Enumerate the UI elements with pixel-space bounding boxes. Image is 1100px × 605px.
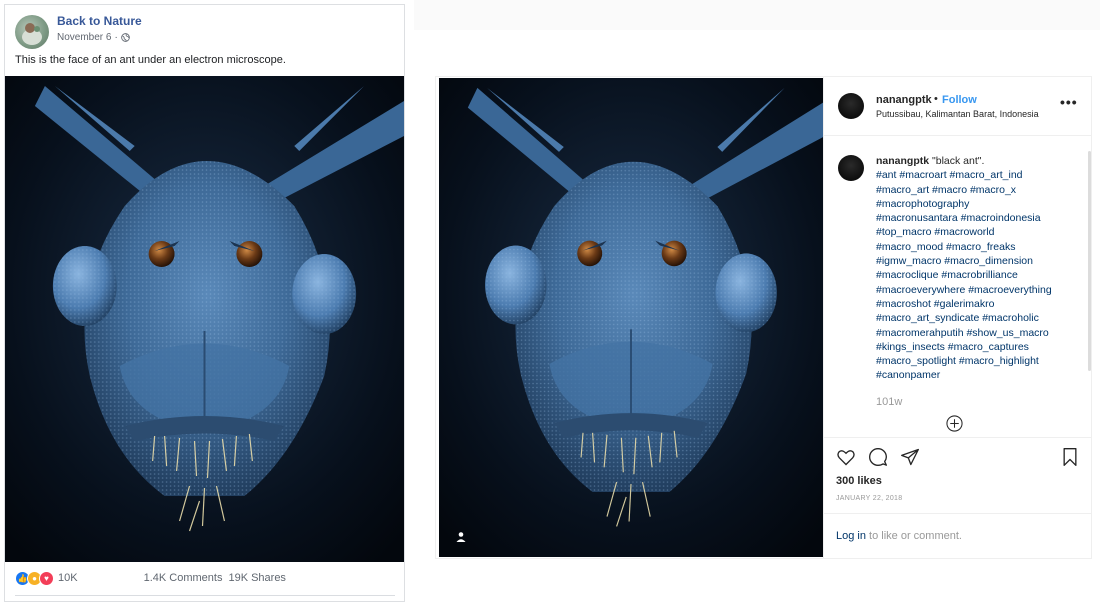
login-bar: Log in to like or comment. xyxy=(824,513,1092,559)
post-date: November 6 · xyxy=(57,32,130,43)
divider xyxy=(15,595,395,596)
load-more-comments-icon[interactable] xyxy=(946,415,963,432)
login-link[interactable]: Log in xyxy=(836,530,866,542)
hashtag-line[interactable]: #macroclique #macrobrilliance xyxy=(876,268,1082,282)
post-date-text[interactable]: November 6 xyxy=(57,32,111,43)
date-separator: · xyxy=(114,32,118,43)
caption-text: "black ant". xyxy=(932,155,985,167)
login-text: to like or comment. xyxy=(865,530,962,542)
share-icon[interactable] xyxy=(900,447,920,467)
ant-face-photo[interactable] xyxy=(5,76,404,562)
page-top-strip xyxy=(414,0,1100,30)
hashtag-line[interactable]: #macro_art_syndicate #macroholic xyxy=(876,311,1082,325)
hashtag-line[interactable]: #macroshot #galerimakro xyxy=(876,297,1082,311)
comment-icon[interactable] xyxy=(868,447,888,467)
post-sidebar: nanangptk • Follow Putussibau, Kalimanta… xyxy=(823,77,1092,558)
caption: nanangptk "black ant". #ant #macroart #m… xyxy=(876,154,1082,383)
follow-button[interactable]: Follow xyxy=(942,94,977,106)
reaction-count[interactable]: 10K xyxy=(58,572,78,584)
hashtag-line[interactable]: #macro_mood #macro_freaks xyxy=(876,240,1082,254)
comments-section: nanangptk "black ant". #ant #macroart #m… xyxy=(824,135,1092,438)
post-header: nanangptk • Follow Putussibau, Kalimanta… xyxy=(824,77,1092,136)
love-icon: ♥ xyxy=(39,570,54,586)
instagram-post: nanangptk • Follow Putussibau, Kalimanta… xyxy=(435,76,1092,559)
comments-scrollbar[interactable] xyxy=(1088,151,1091,371)
user-tag-icon[interactable] xyxy=(455,531,467,543)
time-ago[interactable]: 101w xyxy=(876,396,902,408)
bookmark-icon[interactable] xyxy=(1060,447,1080,467)
hashtag-line[interactable]: #macroeverywhere #macroeverything xyxy=(876,283,1082,297)
facebook-post: Back to Nature November 6 · This is the … xyxy=(4,4,405,602)
hashtag-line[interactable]: #macronusantara #macroindonesia xyxy=(876,211,1082,225)
hashtag-line[interactable]: #top_macro #macroworld xyxy=(876,225,1082,239)
heart-icon[interactable] xyxy=(836,447,856,467)
hashtag-list: #ant #macroart #macro_art_ind #macro_art … xyxy=(876,168,1082,382)
caption-username[interactable]: nanangptk xyxy=(876,155,929,167)
likes-count[interactable]: 300 likes xyxy=(836,475,882,487)
action-bar xyxy=(824,437,1092,473)
post-date[interactable]: JANUARY 22, 2018 xyxy=(836,495,902,502)
ant-face-photo[interactable] xyxy=(439,78,823,557)
globe-icon xyxy=(120,33,130,42)
engagement-bar: 👍 ● ♥ 10K 1.4K Comments 19K Shares xyxy=(15,570,395,586)
hashtag-line[interactable]: #igmw_macro #macro_dimension xyxy=(876,254,1082,268)
username-link[interactable]: nanangptk xyxy=(876,94,932,106)
login-prompt: Log in to like or comment. xyxy=(836,530,962,542)
more-options-icon[interactable]: ••• xyxy=(1060,94,1078,110)
shares-count[interactable]: 19K Shares xyxy=(228,572,285,584)
post-text: This is the face of an ant under an elec… xyxy=(15,54,286,66)
location-link[interactable]: Putussibau, Kalimantan Barat, Indonesia xyxy=(876,109,1039,119)
page-name-link[interactable]: Back to Nature xyxy=(57,14,142,28)
hashtag-line[interactable]: #macromerahputih #show_us_macro xyxy=(876,326,1082,340)
hashtag-line[interactable]: #macro_art #macro #macro_x xyxy=(876,183,1082,197)
user-avatar[interactable] xyxy=(838,93,864,119)
page-avatar[interactable] xyxy=(15,15,49,49)
hashtag-line[interactable]: #macro_spotlight #macro_highlight xyxy=(876,354,1082,368)
caption-avatar[interactable] xyxy=(838,155,864,181)
comments-count[interactable]: 1.4K Comments xyxy=(144,572,223,584)
hashtag-line[interactable]: #kings_insects #macro_captures xyxy=(876,340,1082,354)
separator-dot: • xyxy=(934,93,938,105)
reaction-icons[interactable]: 👍 ● ♥ xyxy=(15,570,54,586)
hashtag-line[interactable]: #macrophotography xyxy=(876,197,1082,211)
hashtag-line[interactable]: #canonpamer xyxy=(876,368,1082,382)
hashtag-line[interactable]: #ant #macroart #macro_art_ind xyxy=(876,168,1082,182)
